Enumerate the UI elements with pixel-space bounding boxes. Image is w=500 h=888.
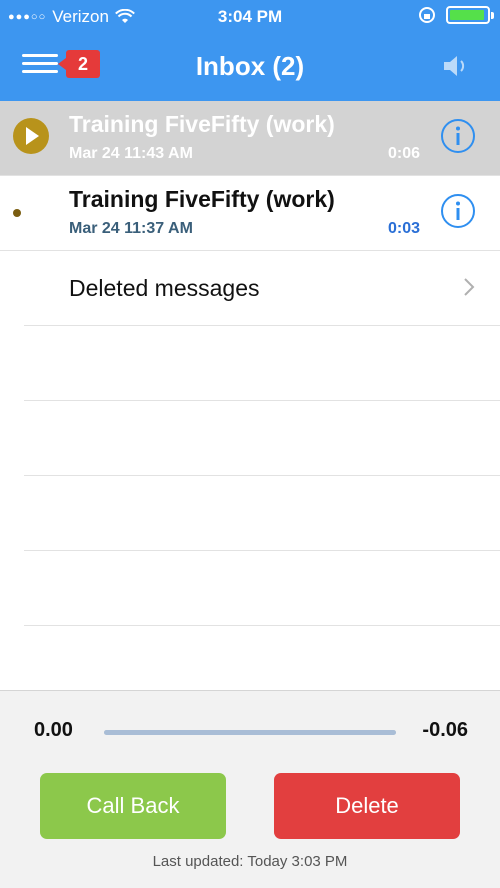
remaining-time: -0.06 [422,719,468,741]
top-bar: ●●●○○ Verizon 3:04 PM 2 Inbox (2) [0,0,500,101]
playback-slider[interactable] [104,730,396,735]
speaker-icon[interactable] [440,52,470,80]
message-name: Training FiveFifty (work) [69,186,335,212]
message-row[interactable]: Training FiveFifty (work) Mar 24 11:37 A… [0,176,500,251]
info-icon[interactable] [440,193,476,229]
message-name: Training FiveFifty (work) [69,111,335,137]
empty-row [24,401,500,476]
elapsed-time: 0.00 [34,719,73,741]
message-date: Mar 24 11:37 AM [69,220,193,237]
empty-row [24,551,500,626]
call-back-button[interactable]: Call Back [40,773,226,839]
battery-icon [446,6,494,24]
deleted-messages-row[interactable]: Deleted messages [24,251,500,326]
message-date: Mar 24 11:43 AM [69,145,193,162]
empty-row [24,326,500,401]
empty-row [24,476,500,551]
nav-bar: 2 Inbox (2) [0,34,500,101]
message-row[interactable]: Training FiveFifty (work) Mar 24 11:43 A… [0,101,500,176]
deleted-messages-label: Deleted messages [69,275,260,301]
playback-progress [104,730,396,735]
message-duration: 0:06 [387,145,420,162]
message-list: Training FiveFifty (work) Mar 24 11:43 A… [0,101,500,626]
unread-dot [13,209,21,217]
info-icon[interactable] [440,118,476,154]
status-bar: ●●●○○ Verizon 3:04 PM [0,0,500,34]
delete-button[interactable]: Delete [274,773,460,839]
last-updated-label: Last updated: Today 3:03 PM [152,853,348,870]
rotation-lock-icon [419,7,435,23]
page-title: Inbox (2) [195,51,305,81]
play-icon[interactable] [13,118,49,154]
player-panel: 0.00 -0.06 Call Back Delete Last updated… [0,690,500,888]
message-duration: 0:03 [387,220,420,237]
chevron-right-icon [464,278,475,296]
status-right [418,6,494,24]
